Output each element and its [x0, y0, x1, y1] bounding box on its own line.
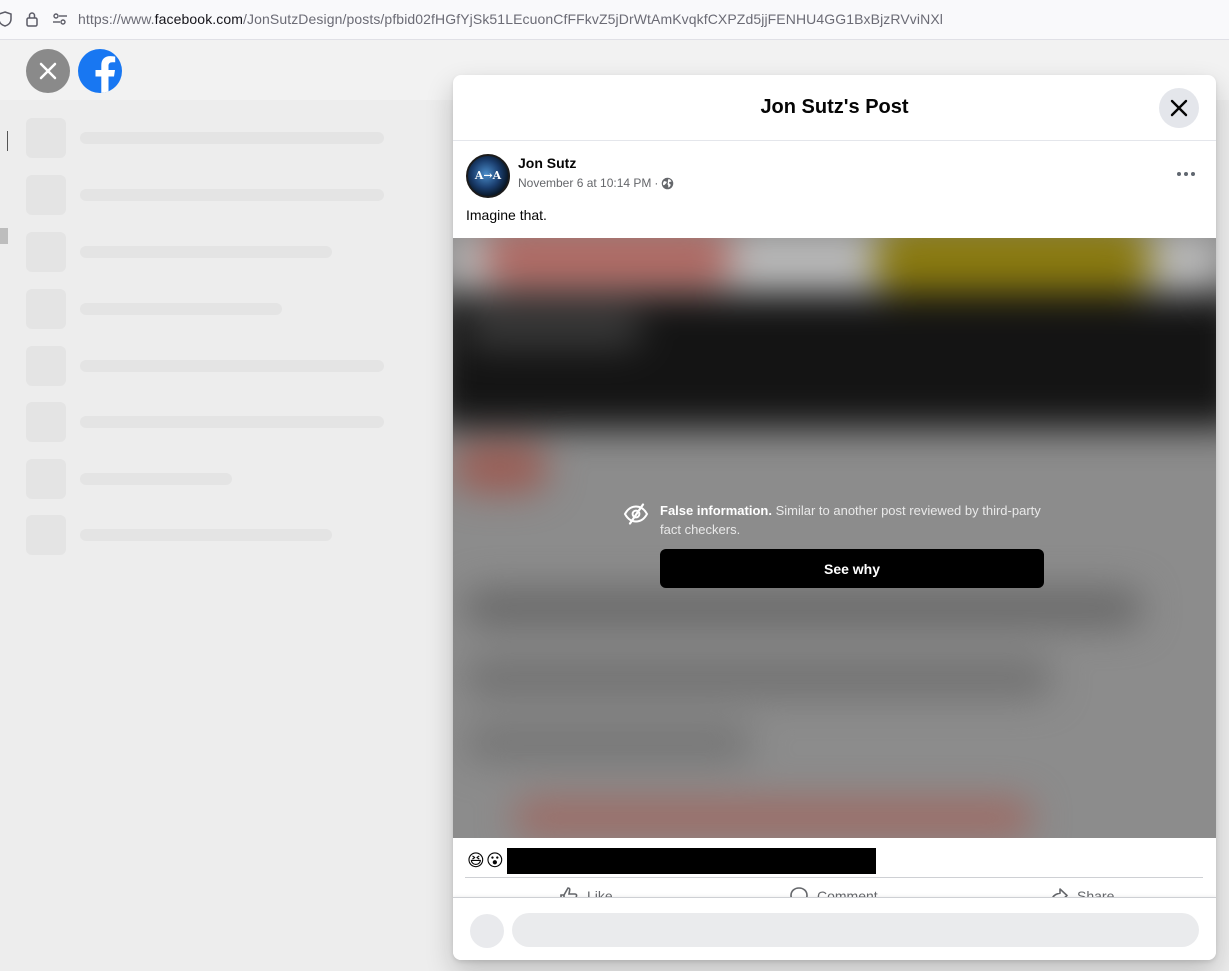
- loading-row: [26, 515, 396, 555]
- warning-message: False information. Similar to another po…: [660, 501, 1050, 539]
- facebook-f-icon: [95, 56, 116, 93]
- loading-row: [26, 175, 396, 215]
- comment-composer: [453, 897, 1216, 960]
- dialog-close-button[interactable]: [1159, 88, 1199, 128]
- like-label: Like: [587, 888, 613, 897]
- post-options-button[interactable]: [1172, 164, 1200, 184]
- left-edge-mark: [0, 228, 8, 244]
- permissions-icon[interactable]: [51, 10, 69, 28]
- globe-icon[interactable]: [661, 177, 674, 190]
- more-icon: [1177, 172, 1181, 176]
- url-prefix: https://www.: [78, 11, 155, 27]
- close-viewer-button[interactable]: [26, 49, 70, 93]
- close-icon: [39, 62, 57, 80]
- facebook-logo[interactable]: [78, 49, 122, 93]
- url-field[interactable]: https://www.facebook.com/JonSutzDesign/p…: [78, 11, 943, 27]
- comment-icon: [790, 887, 808, 897]
- share-label: Share: [1077, 888, 1115, 897]
- loading-row: [26, 459, 396, 499]
- loading-row: [26, 289, 396, 329]
- browser-address-bar: https://www.facebook.com/JonSutzDesign/p…: [0, 0, 1229, 40]
- avatar[interactable]: A→A: [466, 154, 510, 198]
- loading-row: [26, 402, 396, 442]
- post-actions: Like Comment Share: [453, 881, 1216, 897]
- post-media-blurred[interactable]: False information. Similar to another po…: [453, 238, 1216, 838]
- eye-slash-icon: [623, 503, 649, 525]
- comment-button[interactable]: Comment: [789, 886, 878, 897]
- post-text: Imagine that.: [466, 207, 547, 223]
- loading-row: [26, 346, 396, 386]
- url-path: /JonSutzDesign/posts/pfbid02fHGfYjSk51LE…: [243, 11, 943, 27]
- avatar[interactable]: [470, 914, 504, 948]
- post-timestamp[interactable]: November 6 at 10:14 PM: [518, 176, 651, 190]
- thumbs-up-icon: [560, 887, 578, 897]
- loading-row: [26, 232, 396, 272]
- lock-icon[interactable]: [23, 10, 41, 28]
- post-header: A→A Jon Sutz November 6 at 10:14 PM ·: [466, 154, 1206, 198]
- share-button[interactable]: Share: [1049, 886, 1114, 897]
- like-button[interactable]: Like: [559, 886, 613, 897]
- avatar-logo-text: A→A: [474, 169, 502, 182]
- meta-separator: ·: [654, 176, 659, 190]
- share-icon: [1052, 888, 1068, 897]
- loading-row: [26, 118, 396, 158]
- author-name[interactable]: Jon Sutz: [518, 155, 576, 171]
- url-host: facebook.com: [154, 11, 244, 27]
- post-meta: November 6 at 10:14 PM ·: [518, 176, 674, 190]
- divider: [465, 877, 1203, 878]
- dialog-header: Jon Sutz's Post: [453, 75, 1216, 141]
- warning-heading: False information.: [660, 503, 772, 518]
- comment-label: Comment: [817, 888, 878, 897]
- reactions-bar[interactable]: 😆 😮: [467, 848, 1207, 874]
- haha-reaction-icon: 😆: [467, 851, 485, 871]
- redacted-block: [507, 848, 876, 874]
- see-why-button[interactable]: See why: [660, 549, 1044, 588]
- left-edge-mark: [0, 131, 8, 151]
- shield-icon[interactable]: [0, 10, 14, 28]
- wow-reaction-icon: 😮: [486, 851, 504, 871]
- dialog-title: Jon Sutz's Post: [760, 96, 909, 118]
- post-dialog: Jon Sutz's Post A→A Jon Sutz November 6 …: [453, 75, 1216, 960]
- comment-input[interactable]: [512, 913, 1199, 947]
- close-icon: [1170, 99, 1188, 117]
